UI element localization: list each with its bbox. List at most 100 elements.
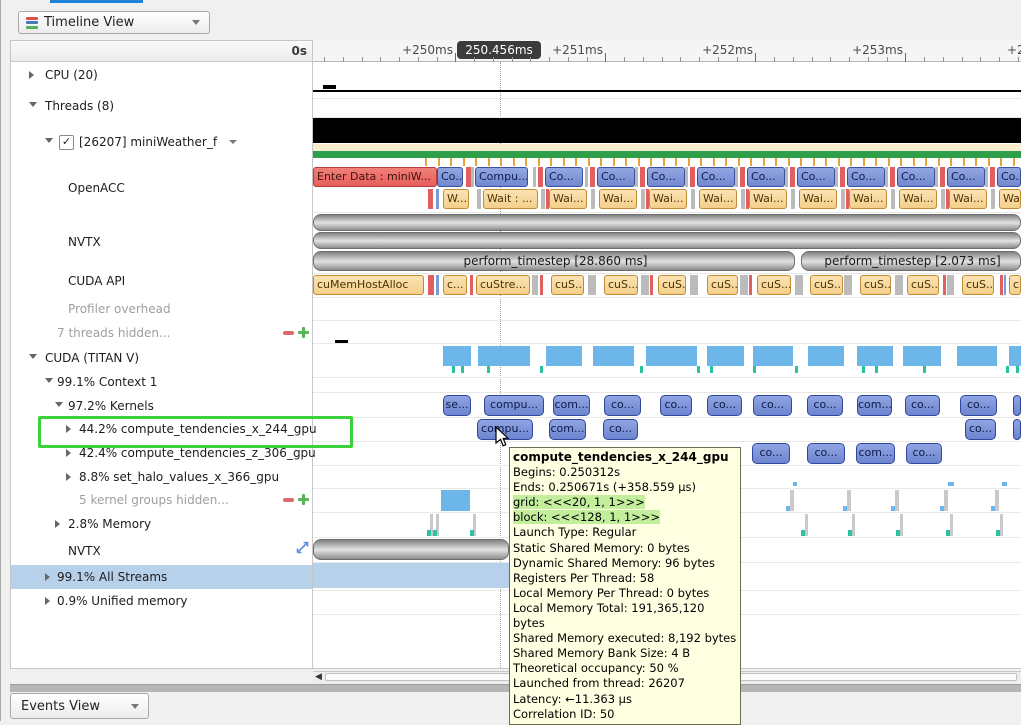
timeline-view-dropdown[interactable]: Timeline View <box>18 11 210 34</box>
expand-arrow-icon[interactable] <box>66 449 71 457</box>
cuda-api-call[interactable]: cuMemHostAlloc <box>313 275 424 295</box>
openacc-event[interactable]: Co... <box>747 167 785 187</box>
openacc-wait[interactable]: Wai... <box>849 189 887 209</box>
nvtx-range[interactable] <box>313 232 1021 249</box>
collapse-arrow-icon[interactable] <box>55 402 63 407</box>
openacc-wait[interactable]: Wai... <box>649 189 687 209</box>
cuda-api-call[interactable]: cuStre... <box>476 275 530 295</box>
kernel-box[interactable]: co... <box>604 395 641 416</box>
tree-row[interactable]: CUDA API <box>11 269 312 293</box>
add-filter-icon[interactable] <box>298 494 309 505</box>
tree-row[interactable]: NVTX <box>11 539 312 563</box>
openacc-wait[interactable]: Wai... <box>899 189 937 209</box>
cuda-api-call[interactable]: cuS... <box>860 275 891 295</box>
collapse-arrow-icon[interactable] <box>29 354 37 359</box>
openacc-wait[interactable]: Wait : ... <box>483 189 538 209</box>
kernel-box[interactable] <box>1013 395 1021 416</box>
collapse-arrow-icon[interactable] <box>29 102 37 107</box>
openacc-event[interactable]: Co... <box>797 167 835 187</box>
collapse-arrow-icon[interactable] <box>45 138 53 143</box>
kernel-box[interactable]: co... <box>960 395 997 416</box>
remove-filter-icon[interactable] <box>283 498 294 502</box>
nvtx-range[interactable] <box>313 539 509 560</box>
tree-row[interactable]: CUDA (TITAN V) <box>11 346 312 370</box>
openacc-event[interactable]: Co... <box>437 167 463 187</box>
kernel-box[interactable]: co... <box>905 395 940 416</box>
openacc-event[interactable]: Co... <box>647 167 685 187</box>
kernel-box[interactable]: co... <box>707 395 742 416</box>
cuda-api-call[interactable]: cuS... <box>707 275 738 295</box>
expand-arrow-icon[interactable] <box>29 71 34 79</box>
cuda-api-call[interactable]: cuS... <box>907 275 939 295</box>
nvtx-range[interactable]: perform_timestep [28.860 ms] <box>313 251 795 271</box>
kernel-box[interactable]: co... <box>753 395 792 416</box>
tree-row[interactable]: 5 kernel groups hidden... <box>11 488 312 512</box>
openacc-wait[interactable]: Wai... <box>699 189 737 209</box>
openacc-event[interactable]: Co... <box>997 167 1021 187</box>
nvtx-range[interactable] <box>313 214 1021 231</box>
expand-row-icon[interactable] <box>296 541 309 557</box>
openacc-wait[interactable]: Wa... <box>999 189 1021 209</box>
openacc-wait[interactable]: Wai... <box>799 189 837 209</box>
openacc-event[interactable]: Co... <box>545 167 583 187</box>
openacc-event[interactable]: Co... <box>897 167 935 187</box>
tree-row[interactable]: 2.8% Memory <box>11 512 312 536</box>
cuda-api-call[interactable]: cuS... <box>810 275 843 295</box>
openacc-event[interactable]: Co... <box>697 167 735 187</box>
tree-row[interactable]: Profiler overhead <box>11 297 312 321</box>
openacc-wait[interactable]: W... <box>443 189 469 209</box>
tree-row[interactable]: 97.2% Kernels <box>11 394 312 418</box>
remove-filter-icon[interactable] <box>283 331 294 335</box>
kernel-z306-box[interactable]: co... <box>752 443 790 464</box>
collapse-arrow-icon[interactable] <box>45 378 53 383</box>
kernel-box[interactable]: co... <box>807 395 843 416</box>
tree-row[interactable]: 0.9% Unified memory <box>11 589 312 613</box>
openacc-event[interactable]: Enter Data : miniW... <box>313 167 437 187</box>
tree-row[interactable]: 7 threads hidden... <box>11 321 312 345</box>
row-options-caret-icon[interactable] <box>229 140 237 144</box>
openacc-event[interactable]: Co... <box>847 167 885 187</box>
cuda-api-call[interactable]: cuS... <box>551 275 584 295</box>
kernel-z306-box[interactable]: com... <box>856 443 895 464</box>
scrollbar-left-arrow-icon[interactable]: ◀ <box>315 672 322 682</box>
cuda-api-call[interactable]: cuS... <box>658 275 686 295</box>
tree-row[interactable]: OpenACC <box>11 176 312 200</box>
cuda-api-call[interactable]: c... <box>443 275 467 295</box>
kernel-box[interactable]: compu... <box>484 395 544 416</box>
openacc-event[interactable]: Co... <box>597 167 635 187</box>
openacc-wait[interactable]: Wai... <box>749 189 787 209</box>
kernel-x244-box[interactable]: com... <box>549 419 586 440</box>
tree-row[interactable]: NVTX <box>11 230 312 254</box>
expand-arrow-icon[interactable] <box>45 597 50 605</box>
kernel-box[interactable]: com... <box>857 395 892 416</box>
openacc-wait[interactable]: Wai... <box>599 189 637 209</box>
cuda-api-call[interactable]: cuS... <box>757 275 791 295</box>
kernel-x244-box[interactable]: co... <box>965 419 996 440</box>
events-view-dropdown[interactable]: Events View <box>10 693 149 719</box>
openacc-wait[interactable]: Wai... <box>949 189 987 209</box>
tree-row[interactable]: 99.1% All Streams <box>11 565 312 589</box>
add-filter-icon[interactable] <box>298 327 309 338</box>
cuda-api-call[interactable]: cuS... <box>962 275 994 295</box>
cuda-api-call[interactable]: cuS... <box>604 275 638 295</box>
expand-arrow-icon[interactable] <box>45 573 50 581</box>
kernel-x244-box[interactable]: co... <box>603 419 638 440</box>
tree-row[interactable]: ✓[26207] miniWeather_f <box>11 130 312 154</box>
kernel-x244-box[interactable] <box>1013 419 1021 440</box>
kernel-z306-box[interactable]: co... <box>807 443 845 464</box>
openacc-event[interactable]: Compu... <box>475 167 528 187</box>
tree-row[interactable]: 8.8% set_halo_values_x_366_gpu <box>11 465 312 489</box>
expand-arrow-icon[interactable] <box>55 520 60 528</box>
tree-row[interactable]: 99.1% Context 1 <box>11 370 312 394</box>
expand-arrow-icon[interactable] <box>66 473 71 481</box>
kernel-box[interactable]: com... <box>553 395 590 416</box>
kernel-box[interactable]: co... <box>660 395 692 416</box>
kernel-z306-box[interactable]: co... <box>906 443 942 464</box>
tree-row[interactable]: Threads (8) <box>11 94 312 118</box>
tree-row[interactable]: CPU (20) <box>11 63 312 87</box>
openacc-wait[interactable]: Wai... <box>549 189 587 209</box>
openacc-event[interactable]: Co... <box>947 167 985 187</box>
thread-visibility-checkbox[interactable]: ✓ <box>59 135 74 150</box>
nvtx-range[interactable]: perform_timestep [2.073 ms] <box>801 251 1021 271</box>
cuda-api-call[interactable]: c <box>1009 275 1021 295</box>
